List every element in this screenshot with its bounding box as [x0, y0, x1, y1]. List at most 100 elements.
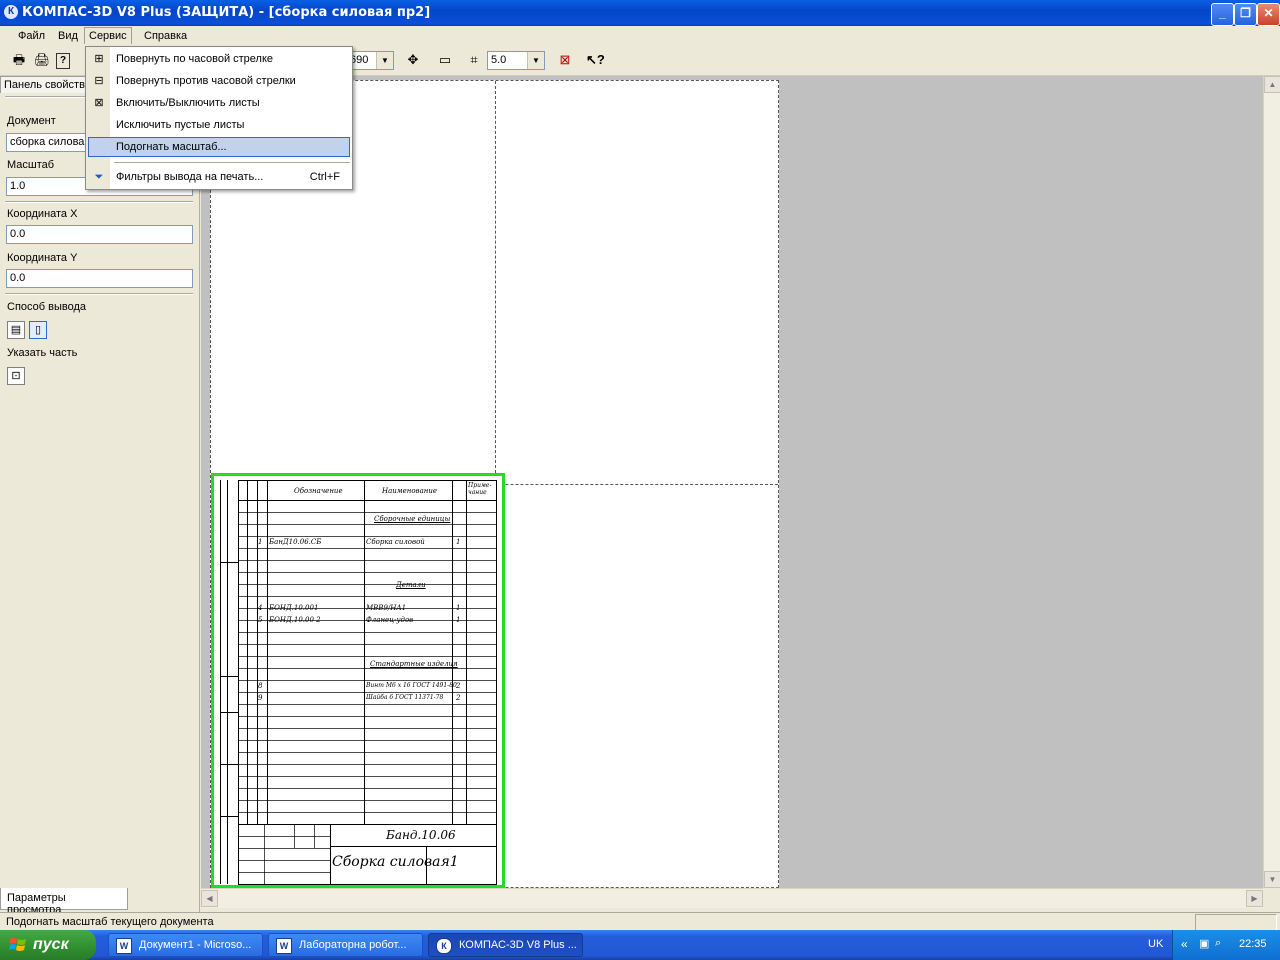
word-icon: W: [276, 938, 292, 954]
chevron-down-icon[interactable]: ▼: [527, 52, 544, 69]
row-pos: 8: [258, 682, 263, 690]
specification-drawing[interactable]: Обозначение Наименование Приме-чание Сбо…: [211, 473, 505, 888]
sheets-toggle-icon: ⊠: [94, 97, 104, 109]
row-name: Фланец-удов: [366, 616, 414, 624]
row-designation: БОНД.10.00 2: [269, 616, 321, 624]
restore-button[interactable]: ❐: [1234, 3, 1257, 26]
context-help-icon[interactable]: ↖?: [586, 51, 605, 69]
rotate-ccw-icon: ⊟: [94, 75, 104, 87]
section-standard: Стандартные изделия: [370, 660, 458, 668]
menu-rotate-clockwise[interactable]: ⊞ Повернуть по часовой стрелке: [88, 49, 350, 69]
start-button[interactable]: пуск: [0, 930, 96, 960]
row-qty: 1: [456, 616, 461, 624]
row-pos: 1: [258, 538, 263, 546]
start-label: пуск: [33, 936, 69, 953]
row-pos: 5: [258, 616, 263, 624]
row-name: Сборка силовой: [366, 538, 425, 546]
exit-preview-icon[interactable]: ⊠: [556, 51, 574, 69]
scroll-down-icon[interactable]: ▼: [1264, 871, 1280, 888]
scroll-up-icon[interactable]: ▲: [1264, 76, 1280, 93]
tray-arrow-icon[interactable]: «: [1181, 937, 1188, 951]
menu-separator: [114, 162, 350, 163]
output-page-icon[interactable]: ▯: [29, 321, 47, 339]
title-bar[interactable]: К КОМПАС-3D V8 Plus (ЗАЩИТА) - [сборка с…: [0, 0, 1280, 26]
output-sheet-icon[interactable]: ▤: [7, 321, 25, 339]
shortcut-label: Ctrl+F: [309, 171, 340, 183]
coord-x-field[interactable]: 0.0: [6, 225, 193, 244]
view-parameters-tab[interactable]: Параметры просмотра: [0, 888, 128, 916]
service-menu-dropdown: ⊞ Повернуть по часовой стрелке ⊟ Поверну…: [85, 46, 353, 190]
status-text: Подогнать масштаб текущего документа: [6, 916, 214, 928]
coord-y-field[interactable]: 0.0: [6, 269, 193, 288]
row-qty: 1: [456, 604, 461, 612]
properties-panel: Панель свойств Документ сборка силова Ма…: [0, 76, 200, 916]
stamp-code: Банд.10.06: [386, 828, 456, 842]
app-icon[interactable]: К: [4, 5, 18, 19]
row-name: МВВ9/НА1: [366, 604, 407, 612]
properties-panel-tab[interactable]: Панель свойств: [0, 76, 86, 93]
document-label: Документ: [7, 115, 56, 127]
menu-service[interactable]: Сервис: [84, 27, 132, 44]
close-button[interactable]: ✕: [1257, 3, 1280, 26]
menu-exclude-empty-sheets[interactable]: Исключить пустые листы: [88, 115, 350, 135]
row-qty: 2: [456, 682, 461, 690]
divider: [5, 201, 193, 203]
vertical-scrollbar[interactable]: ▲ ▼: [1263, 76, 1280, 888]
menu-print-filters[interactable]: ⏷ Фильтры вывода на печать... Ctrl+F: [88, 167, 350, 187]
menu-toggle-sheets[interactable]: ⊠ Включить/Выключить листы: [88, 93, 350, 113]
menu-view[interactable]: Вид: [54, 29, 82, 43]
row-pos: 4: [258, 604, 263, 612]
section-assembly: Сборочные единицы: [374, 515, 451, 523]
row-pos: 9: [258, 694, 263, 702]
pan-icon[interactable]: ✥: [404, 51, 422, 69]
header-note: Приме-чание: [468, 482, 492, 496]
row-qty: 2: [456, 694, 461, 702]
filter-icon: ⏷: [94, 171, 104, 183]
window-title: КОМПАС-3D V8 Plus (ЗАЩИТА) - [сборка сил…: [22, 5, 431, 20]
select-part-icon[interactable]: ⊡: [7, 367, 25, 385]
rotate-cw-icon: ⊞: [94, 53, 104, 65]
status-cell: [1195, 914, 1277, 931]
task-word-doc1[interactable]: W Документ1 - Microso...: [108, 933, 263, 957]
menu-rotate-counterclockwise[interactable]: ⊟ Повернуть против часовой стрелки: [88, 71, 350, 91]
scale-combo[interactable]: 690 ▼: [346, 51, 394, 70]
task-label: Лабораторна робот...: [299, 939, 407, 951]
divider: [5, 293, 193, 295]
print-setup-icon[interactable]: 🖨: [33, 51, 51, 69]
scroll-right-icon[interactable]: ▶: [1246, 890, 1263, 907]
select-part-label: Указать часть: [7, 347, 78, 359]
network-icon[interactable]: ▣: [1199, 937, 1209, 950]
minimize-button[interactable]: _: [1211, 3, 1234, 26]
word-icon: W: [116, 938, 132, 954]
language-indicator[interactable]: UK: [1148, 938, 1163, 950]
step-combo[interactable]: 5.0 ▼: [487, 51, 545, 70]
output-mode-label: Способ вывода: [7, 301, 86, 313]
task-label: КОМПАС-3D V8 Plus ...: [459, 939, 577, 951]
menu-file[interactable]: Файл: [14, 29, 49, 43]
help-icon[interactable]: ?: [56, 53, 70, 69]
kompas-icon: К: [436, 938, 452, 954]
clock[interactable]: 22:35: [1239, 938, 1267, 950]
task-kompas[interactable]: К КОМПАС-3D V8 Plus ...: [428, 933, 583, 957]
menu-bar: Файл Вид Сервис Справка: [0, 26, 1280, 46]
search-icon[interactable]: ⌕: [1215, 937, 1221, 950]
windows-logo-icon: [9, 938, 26, 951]
system-tray: « ▣ ⌕ 22:35: [1172, 930, 1280, 960]
print-icon[interactable]: 🖶: [10, 51, 28, 69]
horizontal-scrollbar[interactable]: ◀ ▶: [201, 888, 1263, 908]
row-qty: 1: [456, 538, 461, 546]
coord-x-label: Координата X: [7, 208, 78, 220]
header-designation: Обозначение: [294, 487, 343, 495]
menu-help[interactable]: Справка: [140, 29, 191, 43]
status-bar: Подогнать масштаб текущего документа: [0, 912, 1280, 931]
sheet-icon[interactable]: ▭: [436, 51, 454, 69]
task-word-lab[interactable]: W Лабораторна робот...: [268, 933, 423, 957]
header-name: Наименование: [382, 487, 438, 495]
step-icon[interactable]: ⌗: [465, 51, 483, 69]
chevron-down-icon[interactable]: ▼: [376, 52, 393, 69]
coord-y-label: Координата Y: [7, 252, 78, 264]
menu-fit-scale[interactable]: Подогнать масштаб...: [88, 137, 350, 157]
row-designation: БанД10.06.СБ: [269, 538, 322, 546]
task-label: Документ1 - Microso...: [139, 939, 252, 951]
scroll-left-icon[interactable]: ◀: [201, 890, 218, 907]
